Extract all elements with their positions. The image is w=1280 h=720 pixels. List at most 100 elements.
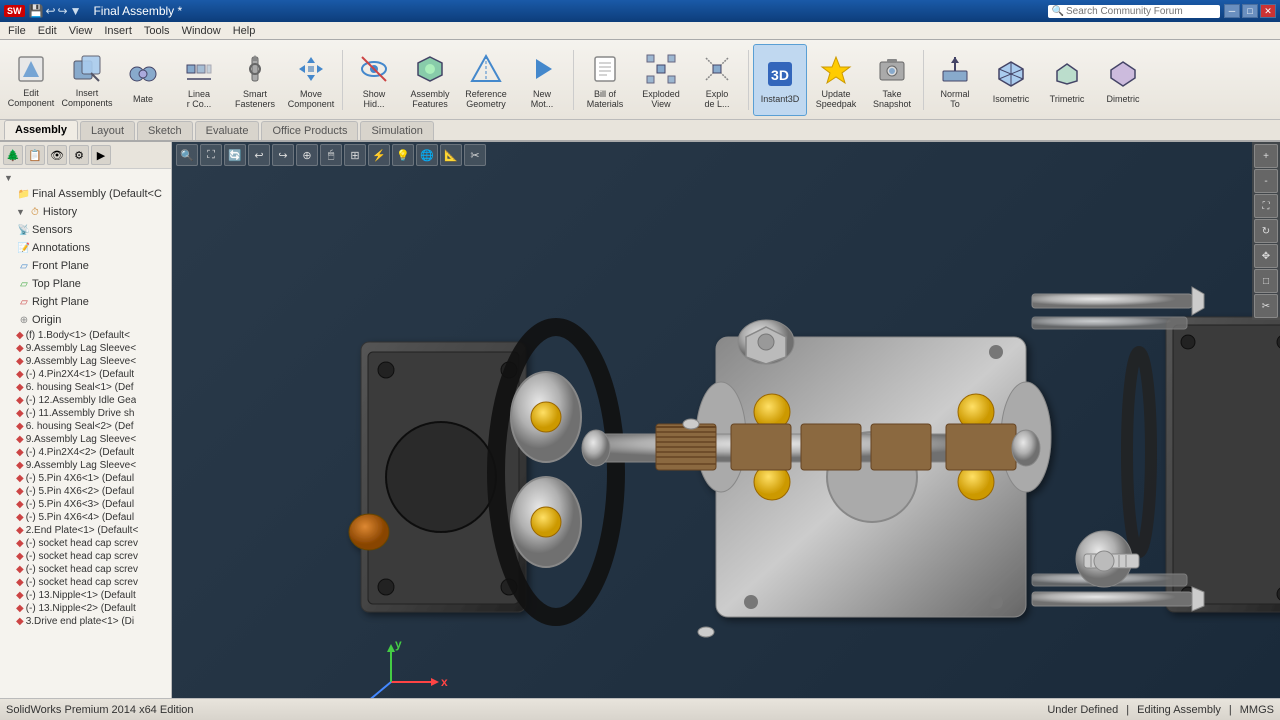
tree-root[interactable]: 📁 Final Assembly (Default<C [0,185,171,203]
tree-lag-sleeve4[interactable]: ◆9.Assembly Lag Sleeve< [0,459,171,472]
search-input[interactable] [1066,6,1216,17]
tree-drive-shaft[interactable]: ◆(-) 11.Assembly Drive sh [0,407,171,420]
view-rotate-btn[interactable]: ↻ [1254,219,1278,243]
tree-right-plane[interactable]: ▱ Right Plane [0,293,171,311]
lightning-button[interactable]: ⚡ [368,144,390,166]
sidebar-config-icon[interactable]: ⚙ [69,145,89,165]
maximize-button[interactable]: □ [1242,4,1258,18]
insert-components-button[interactable]: Insert Components [60,44,114,116]
tree-lag-sleeve2[interactable]: ◆9.Assembly Lag Sleeve< [0,355,171,368]
tree-body1[interactable]: ◆(f) 1.Body<1> (Default< [0,329,171,342]
exploded-view-button[interactable]: Exploded View [634,44,688,116]
select-button[interactable]: 🖱 [320,144,342,166]
tree-nipple2[interactable]: ◆(-) 13.Nipple<2> (Default [0,602,171,615]
update-speedpak-button[interactable]: Update Speedpak [809,44,863,116]
zoom-in-button[interactable]: 🔍 [176,144,198,166]
target-button[interactable]: ⊕ [296,144,318,166]
linear-component-button[interactable]: Linea r Co... [172,44,226,116]
tree-housing-seal2[interactable]: ◆6. housing Seal<2> (Def [0,420,171,433]
tree-lag-sleeve1[interactable]: ◆9.Assembly Lag Sleeve< [0,342,171,355]
instant3d-button[interactable]: 3D Instant3D [753,44,807,116]
svg-text:x: x [441,675,448,689]
tree-sensors[interactable]: 📡 Sensors [0,221,171,239]
undo-view-button[interactable]: ↩ [248,144,270,166]
move-component-button[interactable]: Move Component [284,44,338,116]
menu-help[interactable]: Help [227,24,262,38]
tab-assembly[interactable]: Assembly [4,120,78,140]
view-fit-btn[interactable]: ⛶ [1254,194,1278,218]
take-snapshot-button[interactable]: Take Snapshot [865,44,919,116]
view-display-btn[interactable]: □ [1254,269,1278,293]
environment-button[interactable]: 🌐 [416,144,438,166]
new-motion-button[interactable]: New Mot... [515,44,569,116]
close-button[interactable]: ✕ [1260,4,1276,18]
tree-socket-cap4[interactable]: ◆(-) socket head cap screv [0,576,171,589]
tab-office-products[interactable]: Office Products [261,121,358,140]
minimize-button[interactable]: ─ [1224,4,1240,18]
tree-lag-sleeve3[interactable]: ◆9.Assembly Lag Sleeve< [0,433,171,446]
tree-pin4x6-3[interactable]: ◆(-) 5.Pin 4X6<3> (Defaul [0,498,171,511]
section-button[interactable]: ✂ [464,144,486,166]
tree-pin4x6-2[interactable]: ◆(-) 5.Pin 4X6<2> (Defaul [0,485,171,498]
tree-socket-cap3[interactable]: ◆(-) socket head cap screv [0,563,171,576]
tree-drive-end[interactable]: ◆3.Drive end plate<1> (Di [0,615,171,628]
reference-geometry-button[interactable]: Reference Geometry [459,44,513,116]
sidebar-display-icon[interactable]: 👁 [47,145,67,165]
explode-line-button[interactable]: Explo de L... [690,44,744,116]
view-pan-btn[interactable]: ✥ [1254,244,1278,268]
tree-pin2x4-2[interactable]: ◆(-) 4.Pin2X4<2> (Default [0,446,171,459]
history-label: History [43,206,77,218]
tree-pin2x4-1[interactable]: ◆(-) 4.Pin2X4<1> (Default [0,368,171,381]
render-mode-button[interactable]: 💡 [392,144,414,166]
sidebar-filter[interactable]: ▼ [0,171,171,185]
tree-socket-cap2[interactable]: ◆(-) socket head cap screv [0,550,171,563]
tab-sketch[interactable]: Sketch [137,121,193,140]
isometric-button[interactable]: Isometric [984,44,1038,116]
tab-layout[interactable]: Layout [80,121,135,140]
view-grid-button[interactable]: ⊞ [344,144,366,166]
tree-annotations[interactable]: 📝 Annotations [0,239,171,257]
display-mode-button[interactable]: 📐 [440,144,462,166]
sidebar-props-icon[interactable]: 📋 [25,145,45,165]
tree-socket-cap1[interactable]: ◆(-) socket head cap screv [0,537,171,550]
tree-top-plane[interactable]: ▱ Top Plane [0,275,171,293]
tree-nipple1[interactable]: ◆(-) 13.Nipple<1> (Default [0,589,171,602]
tab-evaluate[interactable]: Evaluate [195,121,260,140]
tree-housing-seal1[interactable]: ◆6. housing Seal<1> (Def [0,381,171,394]
viewport[interactable]: 🔍 ⛶ 🔄 ↩ ↪ ⊕ 🖱 ⊞ ⚡ 💡 🌐 📐 ✂ [172,142,1280,698]
tree-idle-gear[interactable]: ◆(-) 12.Assembly Idle Gea [0,394,171,407]
menu-edit[interactable]: Edit [32,24,63,38]
tree-end-plate[interactable]: ◆2.End Plate<1> (Default< [0,524,171,537]
menu-file[interactable]: File [2,24,32,38]
rotate-button[interactable]: 🔄 [224,144,246,166]
menu-view[interactable]: View [63,24,99,38]
sidebar-tree-icon[interactable]: 🌲 [3,145,23,165]
view-zoomout-btn[interactable]: - [1254,169,1278,193]
show-hide-button[interactable]: Show Hid... [347,44,401,116]
bill-of-materials-button[interactable]: Bill of Materials [578,44,632,116]
tree-pin4x6-1[interactable]: ◆(-) 5.Pin 4X6<1> (Defaul [0,472,171,485]
menu-insert[interactable]: Insert [98,24,138,38]
sidebar-expand-icon[interactable]: ▶ [91,145,111,165]
edit-component-button[interactable]: Edit Component [4,44,58,116]
tree-history[interactable]: ▼ ⏱ History [0,203,171,221]
menu-window[interactable]: Window [176,24,227,38]
smart-fasteners-button[interactable]: Smart Fasteners [228,44,282,116]
mate-button[interactable]: Mate [116,44,170,116]
tree-pin4x6-4[interactable]: ◆(-) 5.Pin 4X6<4> (Defaul [0,511,171,524]
view-section-btn[interactable]: ✂ [1254,294,1278,318]
dimetric-button[interactable]: Dimetric [1096,44,1150,116]
quick-access-toolbar[interactable]: 💾 ↩ ↪ ▼ [29,4,82,18]
trimetric-button[interactable]: Trimetric [1040,44,1094,116]
view-zoom-btn[interactable]: + [1254,144,1278,168]
tree-origin[interactable]: ⊕ Origin [0,311,171,329]
normal-to-icon [937,51,973,87]
zoom-fit-button[interactable]: ⛶ [200,144,222,166]
exploded-view-icon [643,51,679,87]
menu-tools[interactable]: Tools [138,24,176,38]
tab-simulation[interactable]: Simulation [360,121,433,140]
assembly-features-button[interactable]: Assembly Features [403,44,457,116]
redo-view-button[interactable]: ↪ [272,144,294,166]
normal-to-button[interactable]: Normal To [928,44,982,116]
tree-front-plane[interactable]: ▱ Front Plane [0,257,171,275]
